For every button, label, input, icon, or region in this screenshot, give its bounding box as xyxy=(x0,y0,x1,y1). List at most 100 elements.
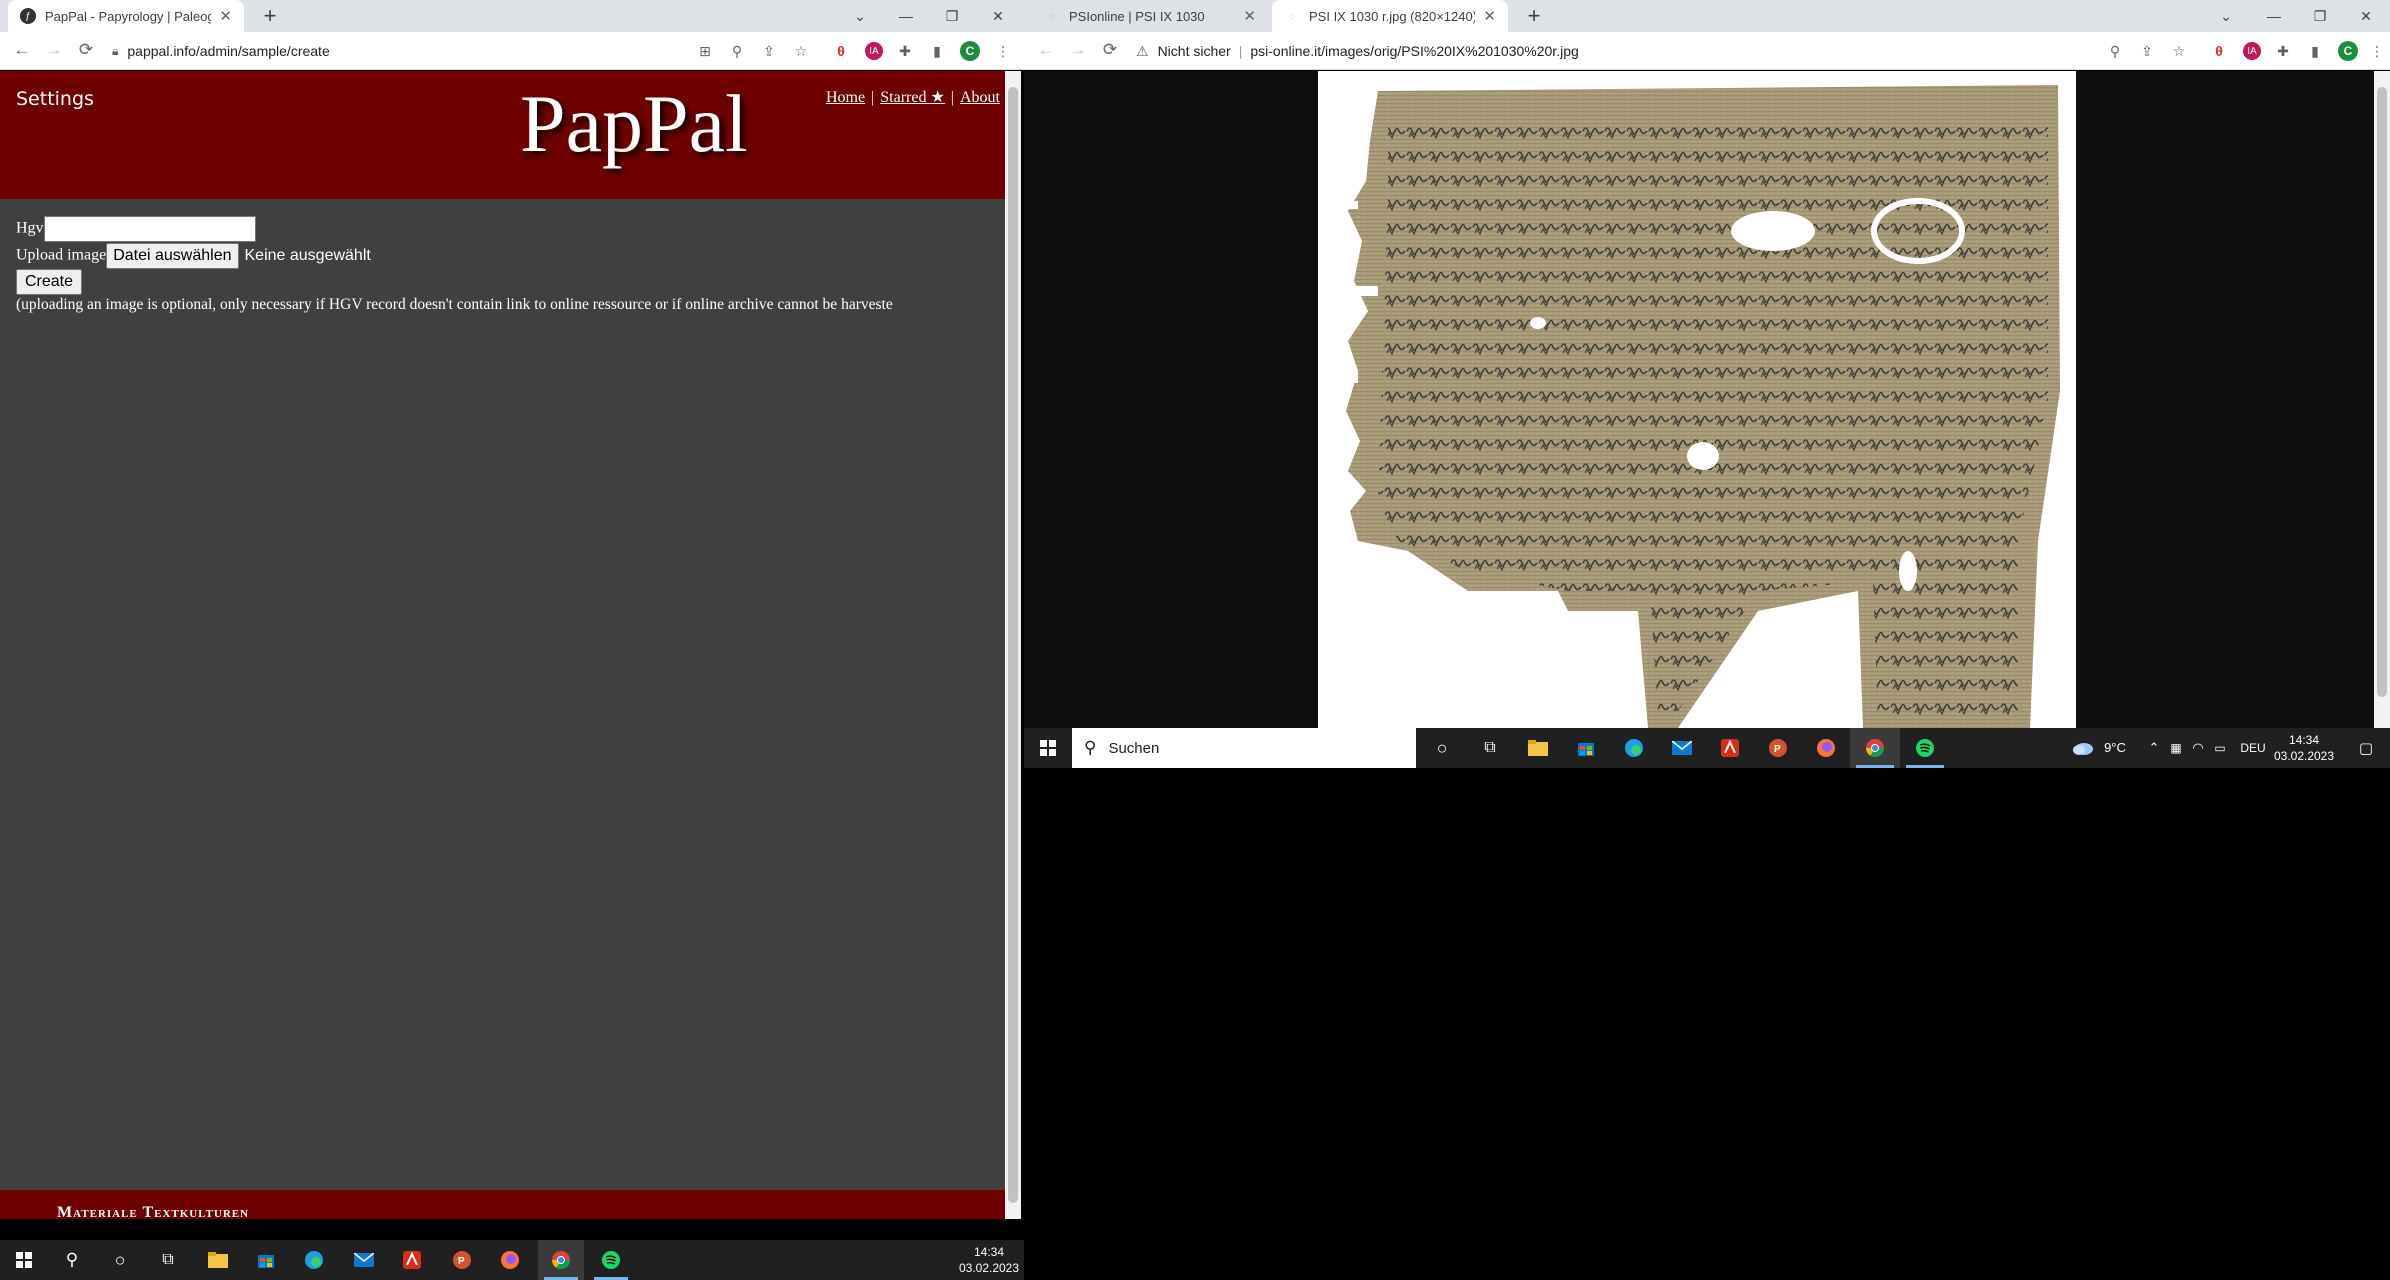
share-icon[interactable]: ⇪ xyxy=(2134,38,2160,64)
zoom-icon[interactable]: ⚲ xyxy=(2102,38,2128,64)
tab-psi-image[interactable]: ◌ PSI IX 1030 r.jpg (820×1240) ✕ xyxy=(1272,0,1508,32)
extension-red-icon[interactable]: θ xyxy=(2206,38,2232,64)
cortana-icon[interactable]: ○ xyxy=(1418,728,1466,768)
acrobat-icon[interactable] xyxy=(1706,728,1754,768)
wifi-icon[interactable]: ◠ xyxy=(2188,728,2208,768)
left-vertical-scrollbar-thumb[interactable] xyxy=(1008,87,1018,1203)
left-vertical-scrollbar[interactable] xyxy=(1005,71,1021,1219)
extension-pink-icon[interactable]: IA xyxy=(2243,42,2261,60)
close-tab-icon[interactable]: ✕ xyxy=(219,7,232,25)
edge-icon[interactable] xyxy=(294,1240,334,1280)
papyrus-hole xyxy=(1530,317,1546,329)
store-icon[interactable] xyxy=(1562,728,1610,768)
menu-kebab-icon[interactable]: ⋮ xyxy=(990,38,1016,64)
create-row: Create xyxy=(16,269,83,295)
task-view-icon[interactable]: ⧉ xyxy=(1466,728,1514,768)
forward-button[interactable]: → xyxy=(1064,36,1092,64)
extension-red-icon[interactable]: θ xyxy=(828,38,854,64)
mail-icon[interactable] xyxy=(344,1240,384,1280)
start-windows-icon[interactable] xyxy=(4,1240,44,1280)
security-status[interactable]: Nicht sicher xyxy=(1158,43,1231,59)
restore-button[interactable]: ❐ xyxy=(2298,0,2342,32)
close-window-button[interactable]: ✕ xyxy=(2344,0,2388,32)
firefox-icon[interactable] xyxy=(1802,728,1850,768)
forward-button[interactable]: → xyxy=(40,36,68,64)
reload-button[interactable]: ⟳ xyxy=(72,36,100,64)
translate-icon[interactable]: ⊞ xyxy=(692,38,718,64)
nav-home-link[interactable]: Home xyxy=(826,89,865,106)
powerpoint-icon[interactable]: P xyxy=(1754,728,1802,768)
nav-about-link[interactable]: About xyxy=(960,89,1000,106)
search-icon: ⚲ xyxy=(1084,738,1097,757)
papyrus-hole xyxy=(1899,551,1917,591)
left-clock[interactable]: 14:34 03.02.2023 xyxy=(956,1244,1022,1276)
minimize-button[interactable]: — xyxy=(884,0,928,32)
right-vertical-scrollbar-thumb[interactable] xyxy=(2377,87,2387,697)
close-tab-icon[interactable]: ✕ xyxy=(1483,7,1496,25)
edge-icon[interactable] xyxy=(1610,728,1658,768)
taskbar-search-box[interactable]: ⚲ Suchen xyxy=(1072,728,1416,768)
right-taskbar: ⚲ Suchen ○ ⧉ P 9°C ⌃ ▦ ◠ ▭ DEU 14:34 03.… xyxy=(1024,728,2390,768)
cortana-icon[interactable]: ○ xyxy=(100,1240,140,1280)
chrome-icon[interactable] xyxy=(1850,728,1900,768)
share-icon[interactable]: ⇪ xyxy=(756,38,782,64)
spotify-icon[interactable] xyxy=(1900,728,1950,768)
pappal-nav: Home | Starred ★ | About xyxy=(826,87,1000,107)
task-view-icon[interactable]: ⧉ xyxy=(148,1240,188,1280)
extensions-puzzle-icon[interactable]: ✚ xyxy=(2270,38,2296,64)
address-bar[interactable]: ⚠ Nicht sicher | psi-online.it/images/or… xyxy=(1136,36,2056,66)
language-indicator[interactable]: DEU xyxy=(2238,740,2268,756)
weather-temp[interactable]: 9°C xyxy=(2098,740,2132,756)
nav-starred-link[interactable]: Starred ★ xyxy=(880,89,945,106)
chrome-icon[interactable] xyxy=(538,1240,584,1280)
side-panel-icon[interactable]: ▮ xyxy=(2302,38,2328,64)
address-bar[interactable]: 🔒︎ pappal.info/admin/sample/create xyxy=(112,36,672,66)
side-panel-icon[interactable]: ▮ xyxy=(924,38,950,64)
tab-search-icon[interactable]: ⌄ xyxy=(2204,0,2248,32)
menu-kebab-icon[interactable]: ⋮ xyxy=(2364,38,2390,64)
extensions-puzzle-icon[interactable]: ✚ xyxy=(892,38,918,64)
file-explorer-icon[interactable] xyxy=(198,1240,238,1280)
bookmark-star-icon[interactable]: ☆ xyxy=(2166,38,2192,64)
restore-button[interactable]: ❐ xyxy=(930,0,974,32)
extension-pink-icon[interactable]: IA xyxy=(865,42,883,60)
hgv-input[interactable] xyxy=(43,216,256,242)
right-clock[interactable]: 14:34 03.02.2023 xyxy=(2270,732,2338,764)
network-icon[interactable]: ▦ xyxy=(2166,728,2186,768)
right-vertical-scrollbar[interactable] xyxy=(2374,71,2390,728)
tab-psionline[interactable]: ◌ PSIonline | PSI IX 1030 ✕ xyxy=(1032,0,1268,32)
new-tab-button[interactable]: + xyxy=(256,0,284,32)
right-time: 14:34 xyxy=(2288,733,2320,747)
profile-avatar[interactable]: C xyxy=(960,41,980,61)
close-window-button[interactable]: ✕ xyxy=(976,0,1020,32)
zoom-icon[interactable]: ⚲ xyxy=(724,38,750,64)
battery-icon[interactable]: ▭ xyxy=(2210,728,2230,768)
weather-cloud-icon[interactable] xyxy=(2070,728,2096,768)
profile-avatar[interactable]: C xyxy=(2338,41,2358,61)
back-button[interactable]: ← xyxy=(1032,36,1060,64)
search-icon[interactable]: ⚲ xyxy=(52,1240,92,1280)
acrobat-icon[interactable] xyxy=(392,1240,432,1280)
file-explorer-icon[interactable] xyxy=(1514,728,1562,768)
reload-button[interactable]: ⟳ xyxy=(1096,36,1124,64)
new-tab-button[interactable]: + xyxy=(1520,0,1548,32)
spotify-icon[interactable] xyxy=(588,1240,634,1280)
store-icon[interactable] xyxy=(246,1240,286,1280)
tab-search-icon[interactable]: ⌄ xyxy=(840,0,880,32)
close-tab-icon[interactable]: ✕ xyxy=(1243,7,1256,25)
notifications-icon[interactable]: ▢ xyxy=(2346,728,2386,768)
settings-link[interactable]: Settings xyxy=(16,88,94,110)
tab-pappal[interactable]: ƒ PapPal - Papyrology | Paleography ✕ xyxy=(8,0,244,32)
create-button[interactable]: Create xyxy=(16,269,83,295)
svg-text:P: P xyxy=(1774,744,1781,755)
bookmark-star-icon[interactable]: ☆ xyxy=(788,38,814,64)
minimize-button[interactable]: — xyxy=(2252,0,2296,32)
footer-text: Materiale Textkulturen xyxy=(57,1204,250,1219)
back-button[interactable]: ← xyxy=(8,36,36,64)
powerpoint-icon[interactable]: P xyxy=(442,1240,482,1280)
choose-file-button[interactable]: Datei auswählen xyxy=(106,243,239,269)
mail-icon[interactable] xyxy=(1658,728,1706,768)
firefox-icon[interactable] xyxy=(490,1240,530,1280)
start-windows-icon[interactable] xyxy=(1024,728,1072,768)
tray-chevron-up-icon[interactable]: ⌃ xyxy=(2144,728,2164,768)
